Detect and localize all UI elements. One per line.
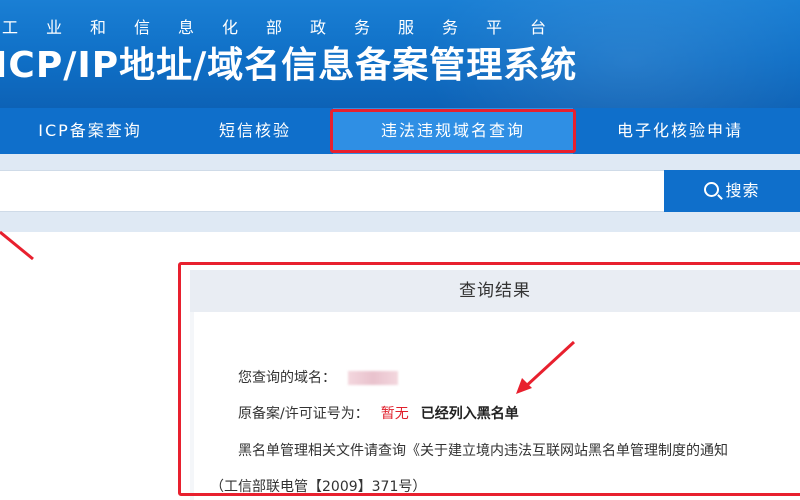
search-input[interactable] bbox=[0, 170, 664, 212]
nav-sms-verify[interactable]: 短信核验 bbox=[180, 108, 330, 154]
nav-e-verification[interactable]: 电子化核验申请 bbox=[580, 108, 780, 154]
header-subtitle: 工业和信息化部政务服务平台 bbox=[2, 18, 575, 37]
search-button-label: 搜索 bbox=[725, 181, 760, 200]
nav-highlight-box bbox=[330, 109, 576, 153]
arrow-annotation-left bbox=[0, 230, 34, 261]
search-icon bbox=[704, 182, 720, 197]
nav-icp-query[interactable]: ICP备案查询 bbox=[0, 108, 180, 154]
site-header: 工业和信息化部政务服务平台 ICP/IP地址/域名信息备案管理系统 bbox=[0, 0, 800, 108]
results-highlight-box bbox=[178, 262, 800, 496]
search-button[interactable]: 搜索 bbox=[664, 170, 800, 212]
system-title: ICP/IP地址/域名信息备案管理系统 bbox=[0, 45, 578, 86]
